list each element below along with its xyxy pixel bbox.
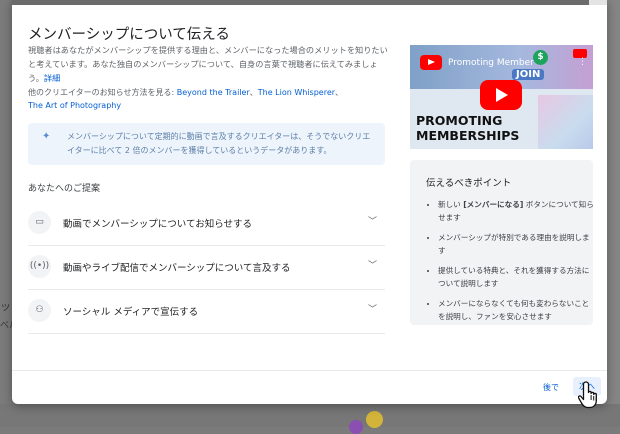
sparkle-icon: ✦ (42, 131, 51, 142)
suggestions-heading: あなたへのご提案 (28, 184, 101, 194)
key-point-text: メンバーにならなくても何も変わらないことを説明し、ファンを安心させます (438, 299, 590, 321)
key-points-list: 新しい [メンバーになる] ボタンについて知らせます メンバーシップが特別である… (426, 198, 596, 330)
suggestion-item-live[interactable]: ((•)) 動画やライブ配信でメンバーシップについて言及する ﹀ (28, 247, 385, 290)
person-add-icon: ⚇ (28, 299, 51, 322)
join-badge: JOIN (512, 69, 545, 80)
suggestion-label: 動画やライブ配信でメンバーシップについて言及する (63, 263, 291, 274)
membership-dialog: メンバーシップについて伝える 視聴者はあなたがメンバーシップを提供する理由と、メ… (12, 0, 607, 404)
live-broadcast-icon: ((•)) (28, 255, 51, 278)
footer-divider (12, 370, 607, 371)
dialog-description: 視聴者はあなたがメンバーシップを提供する理由と、メンバーになった場合のメリットを… (28, 43, 393, 85)
key-point-text: メンバーシップが特別である理由を説明します (438, 233, 590, 255)
examples-prefix: 他のクリエイターのお知らせ方法を見る: (28, 88, 175, 97)
examples-text: 他のクリエイターのお知らせ方法を見る: Beyond the Trailer、T… (28, 88, 344, 110)
thumbnail-text-line-1: PROMOTING (416, 113, 503, 128)
video-thumbnail[interactable]: Promoting Member $ ⋮ JOIN PROMOTING MEMB… (410, 45, 593, 149)
key-point-text: 提供している特典と、それを獲得する方法について説明します (438, 266, 590, 288)
progress-bar (12, 0, 590, 5)
thumbnail-text-line-2: MEMBERSHIPS (416, 127, 520, 143)
background-text: ッ (0, 300, 11, 313)
later-button[interactable]: 後で (543, 382, 559, 393)
youtube-logo-icon (420, 55, 442, 70)
key-point: メンバーシップが特別である理由を説明します (438, 231, 596, 257)
video-icon: ▭ (28, 211, 51, 234)
example-link-the-art-of-photography[interactable]: The Art of Photography (28, 101, 121, 110)
example-link-beyond-the-trailer[interactable]: Beyond the Trailer (177, 88, 250, 97)
key-point-text: 新しい (438, 200, 464, 209)
video-title: Promoting Member (448, 58, 534, 68)
background-avatar-2 (349, 420, 363, 434)
chevron-down-icon: ﹀ (368, 261, 378, 271)
suggestion-label: ソーシャル メディアで宣伝する (63, 307, 199, 318)
description-text: 視聴者はあなたがメンバーシップを提供する理由と、メンバーになった場合のメリットを… (28, 45, 388, 83)
hand-cursor-icon (578, 381, 597, 409)
background-page-bottom (0, 404, 620, 427)
info-banner: ✦ メンバーシップについて定期的に動画で言及するクリエイターは、そうでないクリエ… (28, 123, 385, 165)
background-avatar (366, 411, 383, 428)
suggestion-item-video[interactable]: ▭ 動画でメンバーシップについてお知らせする ﹀ (28, 203, 385, 246)
more-vert-icon[interactable]: ⋮ (578, 57, 587, 67)
dollar-icon: $ (533, 50, 548, 65)
key-points-panel: 伝えるべきポイント 新しい [メンバーになる] ボタンについて知らせます メンバ… (410, 160, 594, 325)
key-points-heading: 伝えるべきポイント (426, 178, 512, 189)
key-point: 提供している特典と、それを獲得する方法について説明します (438, 264, 596, 290)
key-point: メンバーにならなくても何も変わらないことを説明し、ファンを安心させます (438, 297, 596, 323)
thumbnail-collage (538, 95, 593, 149)
key-point-emphasis: [メンバーになる] (463, 200, 524, 209)
play-button-icon[interactable] (480, 80, 522, 110)
suggestion-label: 動画でメンバーシップについてお知らせする (63, 219, 253, 230)
thumbnail-text: PROMOTING MEMBERSHIPS (416, 113, 520, 143)
progress-track (12, 0, 607, 5)
chevron-down-icon: ﹀ (368, 305, 378, 315)
suggestion-item-social[interactable]: ⚇ ソーシャル メディアで宣伝する ﹀ (28, 291, 385, 334)
details-link[interactable]: 詳細 (44, 73, 60, 83)
info-banner-text: メンバーシップについて定期的に動画で言及するクリエイターは、そうでないクリエイタ… (67, 132, 371, 155)
dialog-title: メンバーシップについて伝える (28, 27, 230, 43)
example-link-the-lion-whisperer[interactable]: The Lion Whisperer (258, 88, 335, 97)
chevron-down-icon: ﹀ (368, 217, 378, 227)
key-point: 新しい [メンバーになる] ボタンについて知らせます (438, 198, 596, 224)
